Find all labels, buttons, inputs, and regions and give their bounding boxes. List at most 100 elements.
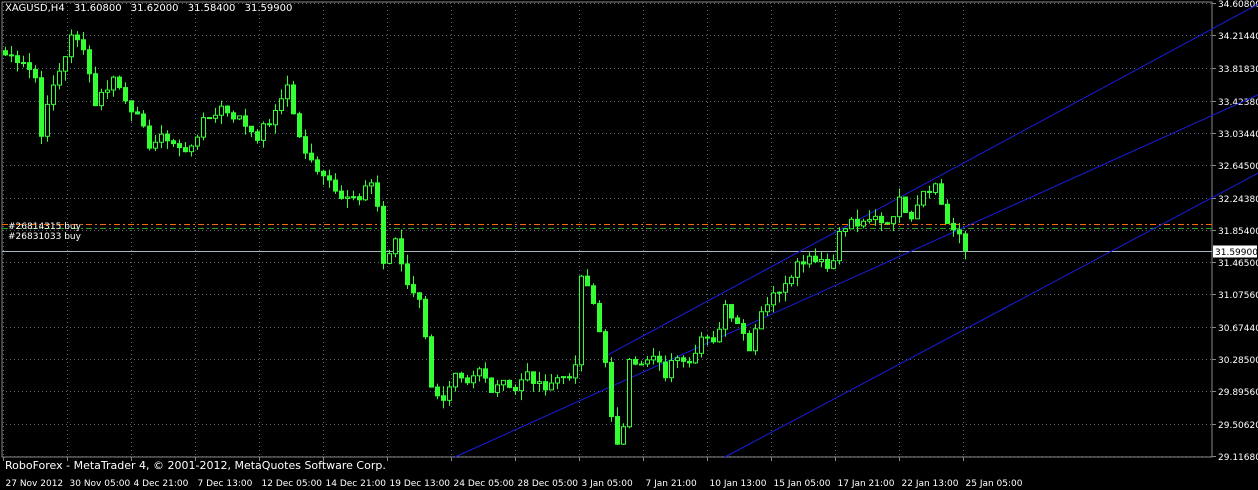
current-price-label: 31.59900: [1215, 248, 1258, 258]
y-tick-label: 31.85400: [1218, 227, 1258, 237]
candle-body-down: [303, 136, 308, 154]
candle-body-up: [561, 376, 566, 379]
symbol-header: XAGUSD,H4 31.60800 31.62000 31.58400 31.…: [5, 3, 298, 14]
candle-body-up: [57, 70, 62, 86]
candle-body-up: [63, 56, 68, 72]
candle-body-down: [459, 372, 464, 379]
candle-body-up: [549, 382, 554, 391]
candle-body-down: [171, 140, 176, 145]
candle-body-up: [393, 238, 398, 255]
candle-body-up: [807, 255, 812, 265]
candle-body-up: [105, 89, 110, 93]
candle-body-up: [753, 328, 758, 352]
candle-body-down: [711, 337, 716, 343]
y-tick-label: 33.03440: [1218, 130, 1258, 140]
candle-body-up: [873, 215, 878, 221]
y-tick-label: 30.67440: [1218, 324, 1258, 334]
candle-body-down: [939, 183, 944, 205]
candle-body-down: [231, 112, 236, 120]
candle-body-down: [183, 147, 188, 153]
x-tick-label: 27 Nov 2012: [6, 479, 64, 489]
price-chart[interactable]: 34.60800 34.21440 33.81830 33.42380 33.03440…: [0, 0, 1258, 490]
candle-body-down: [465, 377, 470, 384]
y-tick-label: 31.46500: [1218, 259, 1258, 269]
candle-body-up: [579, 275, 584, 366]
candle-body-up: [477, 368, 482, 377]
candle-body-up: [921, 190, 926, 206]
candle-body-down: [123, 87, 128, 102]
candle-body-down: [435, 386, 440, 397]
order-label-1[interactable]: #26814315 buy: [8, 222, 81, 232]
candle-body-up: [819, 258, 824, 263]
candle-body-up: [675, 357, 680, 361]
candle-body-down: [513, 386, 518, 392]
candle-body-down: [135, 111, 140, 115]
candle-body-down: [801, 261, 806, 265]
candle-body-down: [81, 39, 86, 51]
candle-body-up: [837, 230, 842, 262]
y-tick-label: 29.89560: [1218, 388, 1258, 398]
candle-body-up: [621, 426, 626, 445]
candle-body-down: [813, 255, 818, 263]
candle-body-down: [297, 113, 302, 138]
copyright-text: RoboForex - MetaTrader 4, © 2001-2012, M…: [5, 459, 386, 472]
candle-body-down: [927, 190, 932, 193]
candle-body-down: [729, 304, 734, 319]
candle-body-down: [87, 49, 92, 75]
candle-body-down: [963, 233, 968, 252]
candle-body-up: [501, 379, 506, 386]
chart-window[interactable]: 34.60800 34.21440 33.81830 33.42380 33.03440…: [0, 0, 1258, 490]
candle-body-up: [213, 114, 218, 119]
candle-body-down: [309, 152, 314, 161]
candle-body-up: [897, 196, 902, 218]
candle-body-down: [15, 55, 20, 63]
candle-body-up: [453, 372, 458, 388]
candle-body-up: [651, 355, 656, 361]
candle-body-down: [603, 331, 608, 363]
candle-body-up: [285, 84, 290, 100]
candle-body-down: [39, 77, 44, 137]
candle-body-down: [9, 54, 14, 57]
high-price: 31.62000: [130, 3, 179, 14]
candle-body-down: [177, 143, 182, 149]
candle-body-up: [201, 117, 206, 138]
candle-body-up: [783, 283, 788, 293]
candle-body-down: [489, 377, 494, 393]
candle-body-up: [471, 375, 476, 384]
candle-body-down: [957, 229, 962, 235]
candle-body-down: [411, 284, 416, 294]
candle-body-down: [333, 179, 338, 192]
x-tick-label: 17 Jan 21:00: [838, 479, 895, 489]
candle-body-down: [687, 360, 692, 364]
candle-body-down: [357, 196, 362, 201]
x-tick-label: 15 Jan 05:00: [774, 479, 831, 489]
symbol-timeframe: XAGUSD,H4: [5, 3, 65, 14]
candle-body-up: [525, 371, 530, 381]
x-tick-label: 14 Dec 21:00: [326, 479, 387, 489]
candle-body-up: [639, 363, 644, 366]
candle-body-down: [249, 125, 254, 133]
x-tick-label: 12 Dec 05:00: [262, 479, 323, 489]
candle-body-up: [699, 336, 704, 354]
candle-body-down: [903, 196, 908, 213]
close-price: 31.59900: [244, 3, 293, 14]
candle-body-up: [351, 196, 356, 199]
candle-body-down: [657, 355, 662, 363]
candle-body-up: [645, 359, 650, 365]
candle-body-up: [777, 291, 782, 294]
y-tick-label: 32.24380: [1218, 195, 1258, 205]
candle-body-down: [441, 395, 446, 401]
channel-line: [454, 94, 1258, 458]
x-tick-label: 7 Jan 21:00: [646, 479, 698, 489]
y-tick-label: 34.60800: [1218, 0, 1258, 10]
candle-body-up: [765, 304, 770, 313]
candle-body-down: [381, 205, 386, 264]
candle-body-up: [555, 377, 560, 384]
x-tick-label: 30 Nov 05:00: [70, 479, 131, 489]
candle-body-up: [573, 364, 578, 379]
candle-body-down: [243, 115, 248, 127]
candle-body-up: [723, 304, 728, 330]
candle-body-down: [615, 416, 620, 445]
candle-body-down: [291, 84, 296, 115]
order-label-2[interactable]: #26831033 buy: [8, 232, 81, 242]
